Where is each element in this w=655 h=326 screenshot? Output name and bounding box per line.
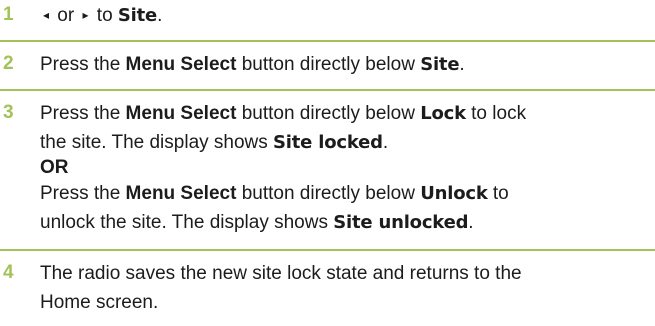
text-fragment: . xyxy=(468,212,474,233)
or-label: OR xyxy=(40,157,69,178)
button-name: Menu Select xyxy=(125,54,237,75)
text-fragment: Press the xyxy=(40,183,126,204)
step-line: OR xyxy=(40,157,652,179)
right-arrow-icon: ▸ xyxy=(82,8,89,22)
step-number: 2 xyxy=(3,53,14,74)
text-fragment: unlock the site. The display shows xyxy=(40,212,334,233)
text-fragment: to xyxy=(487,183,509,204)
button-name: Menu Select xyxy=(125,103,237,124)
step-line: ◂ or ▸ to Site. xyxy=(40,1,652,32)
text-fragment: or xyxy=(52,5,80,26)
text-fragment: to xyxy=(91,5,118,26)
step-line: unlock the site. The display shows Site … xyxy=(40,208,652,237)
display-text: Site unlocked xyxy=(333,212,469,233)
step-text: Press the Menu Select button directly be… xyxy=(40,99,652,237)
text-fragment: to lock xyxy=(465,103,527,124)
step-number: 4 xyxy=(3,262,14,283)
step-text: ◂ or ▸ to Site. xyxy=(40,1,652,32)
text-fragment: . xyxy=(459,54,465,75)
text-fragment: the site. The display shows xyxy=(40,132,274,153)
step-line: Press the Menu Select button directly be… xyxy=(40,179,652,208)
divider xyxy=(0,40,655,42)
step-text: The radio saves the new site lock state … xyxy=(40,259,652,317)
text-fragment: Press the xyxy=(40,54,126,75)
step-line: Press the Menu Select button directly be… xyxy=(40,50,652,79)
text-fragment: . xyxy=(157,5,163,26)
instruction-steps: 1 ◂ or ▸ to Site. 2 Press the Menu Selec… xyxy=(0,0,655,326)
step-text: Press the Menu Select button directly be… xyxy=(40,50,652,79)
divider xyxy=(0,249,655,251)
divider xyxy=(0,89,655,91)
text-fragment: button directly below xyxy=(236,103,421,124)
step-line: Home screen. xyxy=(40,292,159,313)
display-text: Site xyxy=(117,5,158,26)
display-text: Site locked xyxy=(273,132,383,153)
step-line: The radio saves the new site lock state … xyxy=(40,263,522,284)
display-text: Lock xyxy=(420,103,466,124)
text-fragment: Press the xyxy=(40,103,126,124)
step-line: the site. The display shows Site locked. xyxy=(40,128,652,157)
step-line: Press the Menu Select button directly be… xyxy=(40,99,652,128)
text-fragment: . xyxy=(382,132,389,153)
display-text: Unlock xyxy=(420,183,488,204)
button-name: Menu Select xyxy=(125,183,237,204)
step-number: 3 xyxy=(3,102,14,123)
left-arrow-icon: ◂ xyxy=(43,8,50,22)
display-text: Site xyxy=(420,54,460,75)
text-fragment: button directly below xyxy=(236,54,421,75)
text-fragment: button directly below xyxy=(236,183,421,204)
step-number: 1 xyxy=(3,4,14,25)
